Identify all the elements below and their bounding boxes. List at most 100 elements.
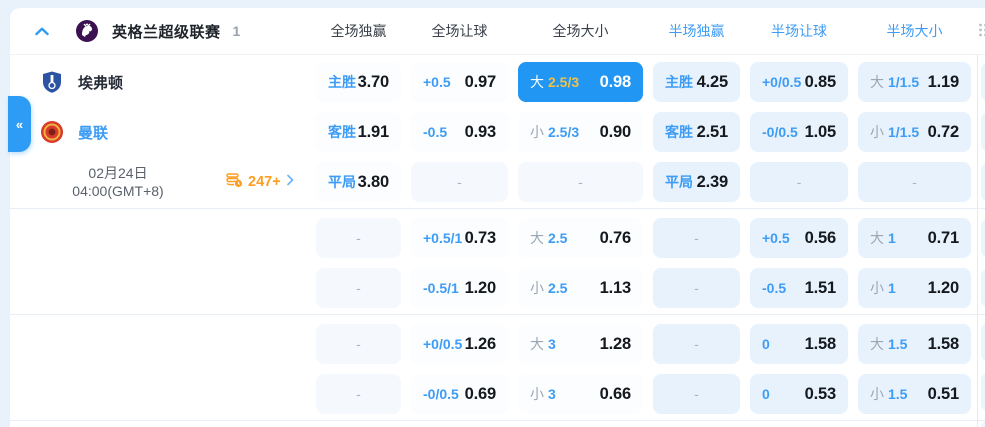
odds-cell-half-handicap-alt[interactable]: 0 1.58 [750,324,848,364]
odds-value: 0.69 [464,384,497,403]
ou-direction: 大 [530,336,544,352]
next-column-cell-sliver [981,322,985,362]
handicap-line: +0.5 [423,74,451,90]
odds-value: 0.93 [464,122,497,141]
odds-cell-full-handicap-alt[interactable]: +0.5/1 0.73 [411,218,508,258]
odds-cell-full-draw[interactable]: 平局 3.80 [316,162,401,202]
odds-cell-empty: - [316,374,401,414]
odds-cell-half-ou-alt[interactable]: 小 1 1.20 [858,268,971,308]
handicap-line: -0/0.5 [423,386,459,402]
odds-page: { "colors": { "accent": "#2196f3", "high… [0,0,985,427]
odds-label-group: 平局 [328,172,356,192]
away-team-row: 曼联 客胜 1.91 -0.5 0.93 小 2.5/3 0.90 客胜 2.5… [10,112,985,152]
odds-value: 0.66 [599,384,632,403]
odds-label-group: 客胜 [665,122,693,142]
odds-cell-full-ou-alt[interactable]: 大 2.5 0.76 [518,218,643,258]
more-markets-link[interactable]: 247+ [226,172,294,193]
empty-odds: - [356,230,361,246]
odds-cell-half-ou-over[interactable]: 大 1/1.5 1.19 [858,62,971,102]
empty-odds: - [694,336,699,352]
odds-cell-empty: - [858,162,971,202]
odds-cell-full-win-home[interactable]: 主胜 3.70 [316,62,401,102]
odds-label: 主胜 [665,74,693,90]
odds-cell-empty: - [653,374,740,414]
odds-label-group: 平局 [665,172,693,192]
odds-cell-half-ou-alt[interactable]: 小 1.5 0.51 [858,374,971,414]
league-odds-card: 英格兰超级联赛 1 全场独赢 全场让球 全场大小 半场独赢 半场让球 半场大小 … [10,8,985,427]
odds-cell-full-ou-over-selected[interactable]: 大 2.5/3 0.98 [518,62,643,102]
odds-value: 0.76 [599,228,632,247]
sidebar-collapse-tab[interactable]: « [8,96,31,152]
odds-cell-full-handicap-home[interactable]: +0.5 0.97 [411,62,508,102]
odds-cell-half-handicap-home[interactable]: +0/0.5 0.85 [750,62,848,102]
odds-cell-full-handicap-alt[interactable]: +0/0.5 1.26 [411,324,508,364]
odds-label-group: 0 [762,336,770,352]
ou-line: 2.5 [548,280,568,296]
odds-cell-half-handicap-alt[interactable]: -0.5 1.51 [750,268,848,308]
odds-label-group: -0/0.5 [762,124,798,140]
ou-line: 1.5 [888,386,908,402]
odds-cell-half-ou-under[interactable]: 小 1/1.5 0.72 [858,112,971,152]
odds-cell-half-ou-alt[interactable]: 大 1.5 1.58 [858,324,971,364]
column-header-half-ou: 半场大小 [886,23,943,39]
odds-value: 0.97 [464,72,497,91]
odds-cell-full-ou-under[interactable]: 小 2.5/3 0.90 [518,112,643,152]
column-header-full-ou: 全场大小 [552,23,609,39]
odds-cell-half-ou-alt[interactable]: 大 1 0.71 [858,218,971,258]
column-header-half-win: 半场独赢 [668,23,725,39]
handicap-line: 0 [762,386,770,402]
odds-cell-full-handicap-away[interactable]: -0.5 0.93 [411,112,508,152]
alt-line-row: - -0.5/1 1.20 小 2.5 1.13 - -0.5 1.51 小 1… [10,268,985,308]
odds-label-group: 小 1 [870,278,896,298]
empty-odds: - [356,280,361,296]
odds-cell-empty: - [653,218,740,258]
column-separator [977,55,978,427]
match-date: 02月24日 [88,165,148,181]
odds-label: 客胜 [328,124,356,140]
ou-line: 2.5 [548,230,568,246]
home-team-name: 埃弗顿 [78,74,124,92]
odds-label: 平局 [665,174,693,190]
odds-value: 1.26 [464,334,497,353]
odds-cell-half-handicap-alt[interactable]: 0 0.53 [750,374,848,414]
odds-cell-half-handicap-away[interactable]: -0/0.5 1.05 [750,112,848,152]
odds-value: 0.71 [927,228,960,247]
odds-label-group: 小 2.5 [530,278,567,298]
ou-direction: 大 [870,336,884,352]
odds-cell-full-ou-alt[interactable]: 小 3 0.66 [518,374,643,414]
odds-cell-empty: - [518,162,643,202]
odds-label-group: -0.5/1 [423,280,459,296]
premier-league-logo-icon [74,18,100,44]
next-column-cell-sliver [981,268,985,308]
empty-odds: - [694,230,699,246]
ou-direction: 小 [530,124,544,140]
ou-direction: 小 [870,124,884,140]
ou-direction: 小 [530,280,544,296]
next-column-cell-sliver [981,372,985,412]
ou-line: 3 [548,386,556,402]
odds-label-group: +0/0.5 [423,336,462,352]
odds-cell-full-handicap-alt[interactable]: -0/0.5 0.69 [411,374,508,414]
odds-cell-half-draw[interactable]: 平局 2.39 [653,162,740,202]
odds-cell-half-win-away[interactable]: 客胜 2.51 [653,112,740,152]
odds-cell-full-win-away[interactable]: 客胜 1.91 [316,112,401,152]
odds-cell-half-handicap-alt[interactable]: +0.5 0.56 [750,218,848,258]
column-header-full-win: 全场独赢 [330,23,387,39]
chevron-right-icon [286,173,294,191]
odds-cell-full-handicap-alt[interactable]: -0.5/1 1.20 [411,268,508,308]
odds-cell-half-win-home[interactable]: 主胜 4.25 [653,62,740,102]
odds-label-group: 大 1/1.5 [870,72,919,92]
odds-label-group: 小 1/1.5 [870,122,919,142]
collapse-chevron-up-icon[interactable] [32,21,52,41]
odds-value: 1.51 [804,278,837,297]
odds-value: 0.98 [599,72,632,91]
odds-cell-full-ou-alt[interactable]: 大 3 1.28 [518,324,643,364]
empty-odds: - [796,174,802,190]
odds-cell-full-ou-alt[interactable]: 小 2.5 1.13 [518,268,643,308]
match-meta: 02月24日 04:00(GMT+8) 247+ [10,164,306,200]
odds-label-group: 主胜 [665,72,693,92]
home-team-row: 埃弗顿 主胜 3.70 +0.5 0.97 大 2.5/3 0.98 主胜 4.… [10,62,985,102]
odds-label-group: 小 1.5 [870,384,907,404]
ou-direction: 大 [530,230,544,246]
odds-label: 客胜 [665,124,693,140]
